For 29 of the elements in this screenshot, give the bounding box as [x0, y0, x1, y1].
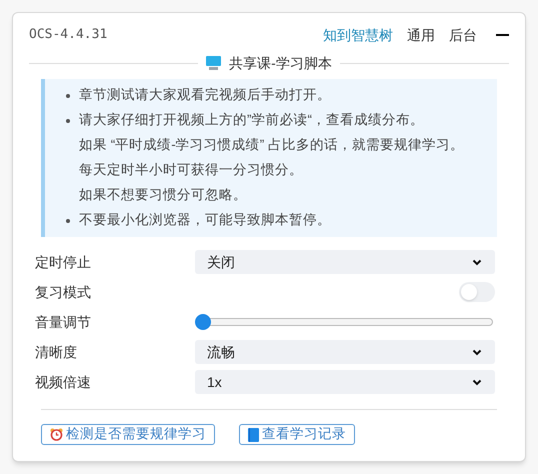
setting-label: 复习模式	[35, 282, 92, 302]
nav-tab[interactable]: 知到智慧树	[323, 24, 393, 46]
setting-label: 视频倍速	[35, 372, 92, 392]
setting-label: 音量调节	[35, 312, 92, 332]
version-label: OCS-4.4.31	[29, 26, 108, 44]
bullet-icon	[66, 118, 70, 122]
bullet-icon	[66, 94, 70, 98]
toggle-switch[interactable]	[459, 282, 495, 302]
bullet-icon	[66, 218, 70, 222]
section-title: 共享课-学习脚本	[229, 54, 332, 72]
book-icon	[248, 428, 259, 442]
dropdown[interactable]: 流畅	[195, 340, 495, 364]
dropdown[interactable]: 关闭	[195, 250, 495, 274]
alarm-clock-icon	[50, 428, 63, 441]
notice-text: 如果 “平时成绩-学习习惯成绩” 占比多的话，就需要规律学习。	[79, 136, 464, 154]
action-button[interactable]: 查看学习记录	[239, 424, 355, 445]
volume-slider[interactable]	[195, 314, 495, 330]
monitor-icon	[206, 56, 222, 70]
setting-label: 清晰度	[35, 342, 78, 362]
nav-tab[interactable]: 通用	[407, 24, 435, 46]
action-button[interactable]: 检测是否需要规律学习	[41, 424, 215, 445]
nav-tab[interactable]: 后台	[449, 24, 477, 46]
notice-text: 每天定时半小时可获得一分习惯分。	[79, 161, 303, 180]
notice-text: 请大家仔细打开视频上方的”学前必读“，查看成绩分布。	[79, 111, 424, 130]
dropdown[interactable]: 1x	[195, 370, 495, 394]
notice-text: 章节测试请大家观看完视频后手动打开。	[79, 86, 331, 104]
setting-label: 定时停止	[35, 252, 92, 272]
notice-text: 如果不想要习惯分可忽略。	[79, 186, 247, 204]
notice-text: 不要最小化浏览器，可能导致脚本暂停。	[79, 211, 331, 230]
